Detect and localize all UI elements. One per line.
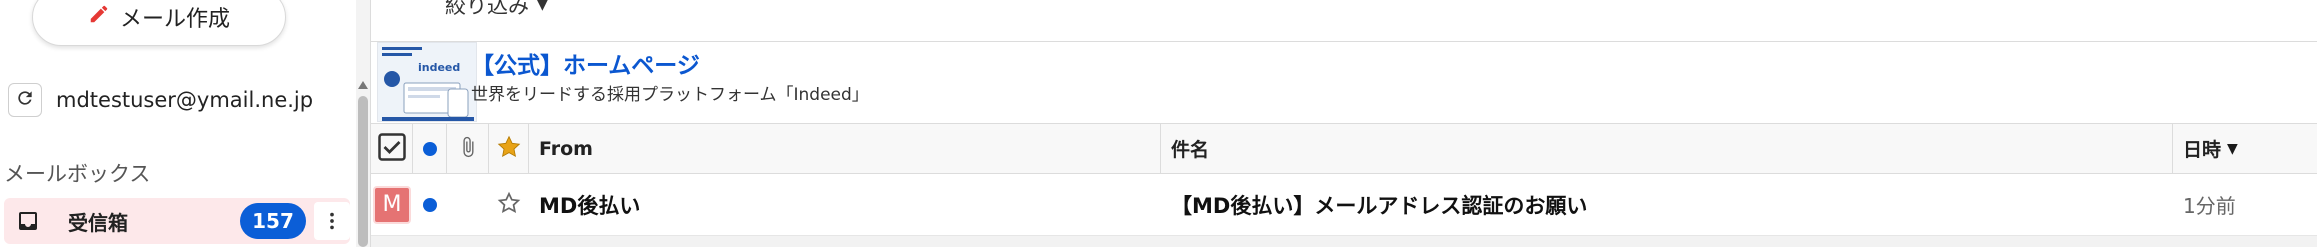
unread-cell[interactable] — [413, 174, 447, 235]
inbox-icon — [16, 208, 42, 234]
star-cell[interactable] — [489, 174, 529, 235]
sender-avatar[interactable]: M — [373, 185, 411, 224]
attachment-column-header[interactable] — [447, 124, 489, 173]
date-column-header[interactable]: 日時 ▼ — [2173, 124, 2317, 173]
star-column-header[interactable] — [489, 124, 529, 173]
unread-count-badge: 157 — [240, 203, 306, 239]
sidebar-scrollbar[interactable] — [356, 0, 370, 247]
pencil-icon — [88, 3, 110, 31]
subject-header-label: 件名 — [1171, 139, 1210, 161]
filter-button[interactable]: 絞り込み ▼ — [445, 0, 548, 20]
compose-button[interactable]: メール作成 — [32, 0, 286, 46]
more-vert-icon[interactable] — [314, 202, 350, 240]
inbox-label: 受信箱 — [68, 210, 128, 235]
compose-label: メール作成 — [119, 7, 230, 32]
ad-title-link[interactable]: 【公式】ホームページ — [471, 46, 1671, 80]
mail-list-panel: 絞り込み ▼ indeed 【公式】ホームページ 世界をリードする採用プラットフ… — [370, 0, 2317, 247]
avatar-cell: M — [371, 174, 413, 235]
filter-label: 絞り込み — [445, 0, 529, 18]
date-header-label: 日時 — [2183, 139, 2222, 161]
star-filled-icon — [496, 134, 522, 164]
list-bottom-strip — [371, 236, 2317, 247]
filter-bar: 絞り込み ▼ — [371, 0, 2317, 42]
unread-column-header[interactable] — [413, 124, 447, 173]
message-time: 1分前 — [2183, 194, 2236, 218]
sidebar: メール作成 mdtestuser@ymail.ne.jp メールボックス 受信箱… — [0, 0, 356, 247]
reload-button[interactable] — [8, 83, 42, 117]
ad-row[interactable]: indeed 【公式】ホームページ 世界をリードする採用プラットフォーム「Ind… — [371, 42, 2317, 124]
sender-name: MD後払い — [539, 193, 641, 218]
column-header-row: From 件名 日時 ▼ — [371, 124, 2317, 174]
subject-column-header[interactable]: 件名 — [1161, 124, 2173, 173]
mail-list-row[interactable]: M MD後払い 【MD後払い】メールアドレス認証のお願い 1分前 — [371, 174, 2317, 236]
from-header-label: From — [539, 137, 593, 160]
star-outline-icon[interactable] — [496, 190, 522, 220]
refresh-icon — [15, 88, 35, 112]
message-subject: 【MD後払い】メールアドレス認証のお願い — [1171, 193, 1588, 218]
sort-desc-icon: ▼ — [2227, 140, 2238, 157]
scrollbar-thumb[interactable] — [358, 96, 368, 247]
sidebar-item-inbox[interactable]: 受信箱 157 — [4, 198, 350, 244]
paperclip-icon — [457, 136, 479, 162]
ad-subtitle: 世界をリードする採用プラットフォーム「Indeed」 — [471, 85, 869, 105]
mailbox-heading: メールボックス — [4, 162, 151, 186]
from-column-header[interactable]: From — [529, 124, 1161, 173]
scroll-up-icon[interactable] — [357, 80, 369, 90]
account-email: mdtestuser@ymail.ne.jp — [56, 88, 314, 112]
select-all-cell — [371, 124, 413, 173]
unread-dot-icon — [422, 141, 437, 156]
time-cell: 1分前 — [2173, 174, 2317, 235]
subject-cell: 【MD後払い】メールアドレス認証のお願い — [1161, 174, 2173, 235]
ad-thumbnail: indeed — [377, 42, 477, 122]
attachment-cell — [447, 174, 489, 235]
ad-thumb-brand: indeed — [418, 61, 460, 74]
unread-dot-icon — [423, 197, 437, 212]
select-all-checkbox-icon[interactable] — [377, 132, 407, 166]
sender-cell: MD後払い — [529, 174, 1161, 235]
account-row: mdtestuser@ymail.ne.jp — [8, 80, 313, 120]
caret-down-icon: ▼ — [537, 0, 548, 13]
